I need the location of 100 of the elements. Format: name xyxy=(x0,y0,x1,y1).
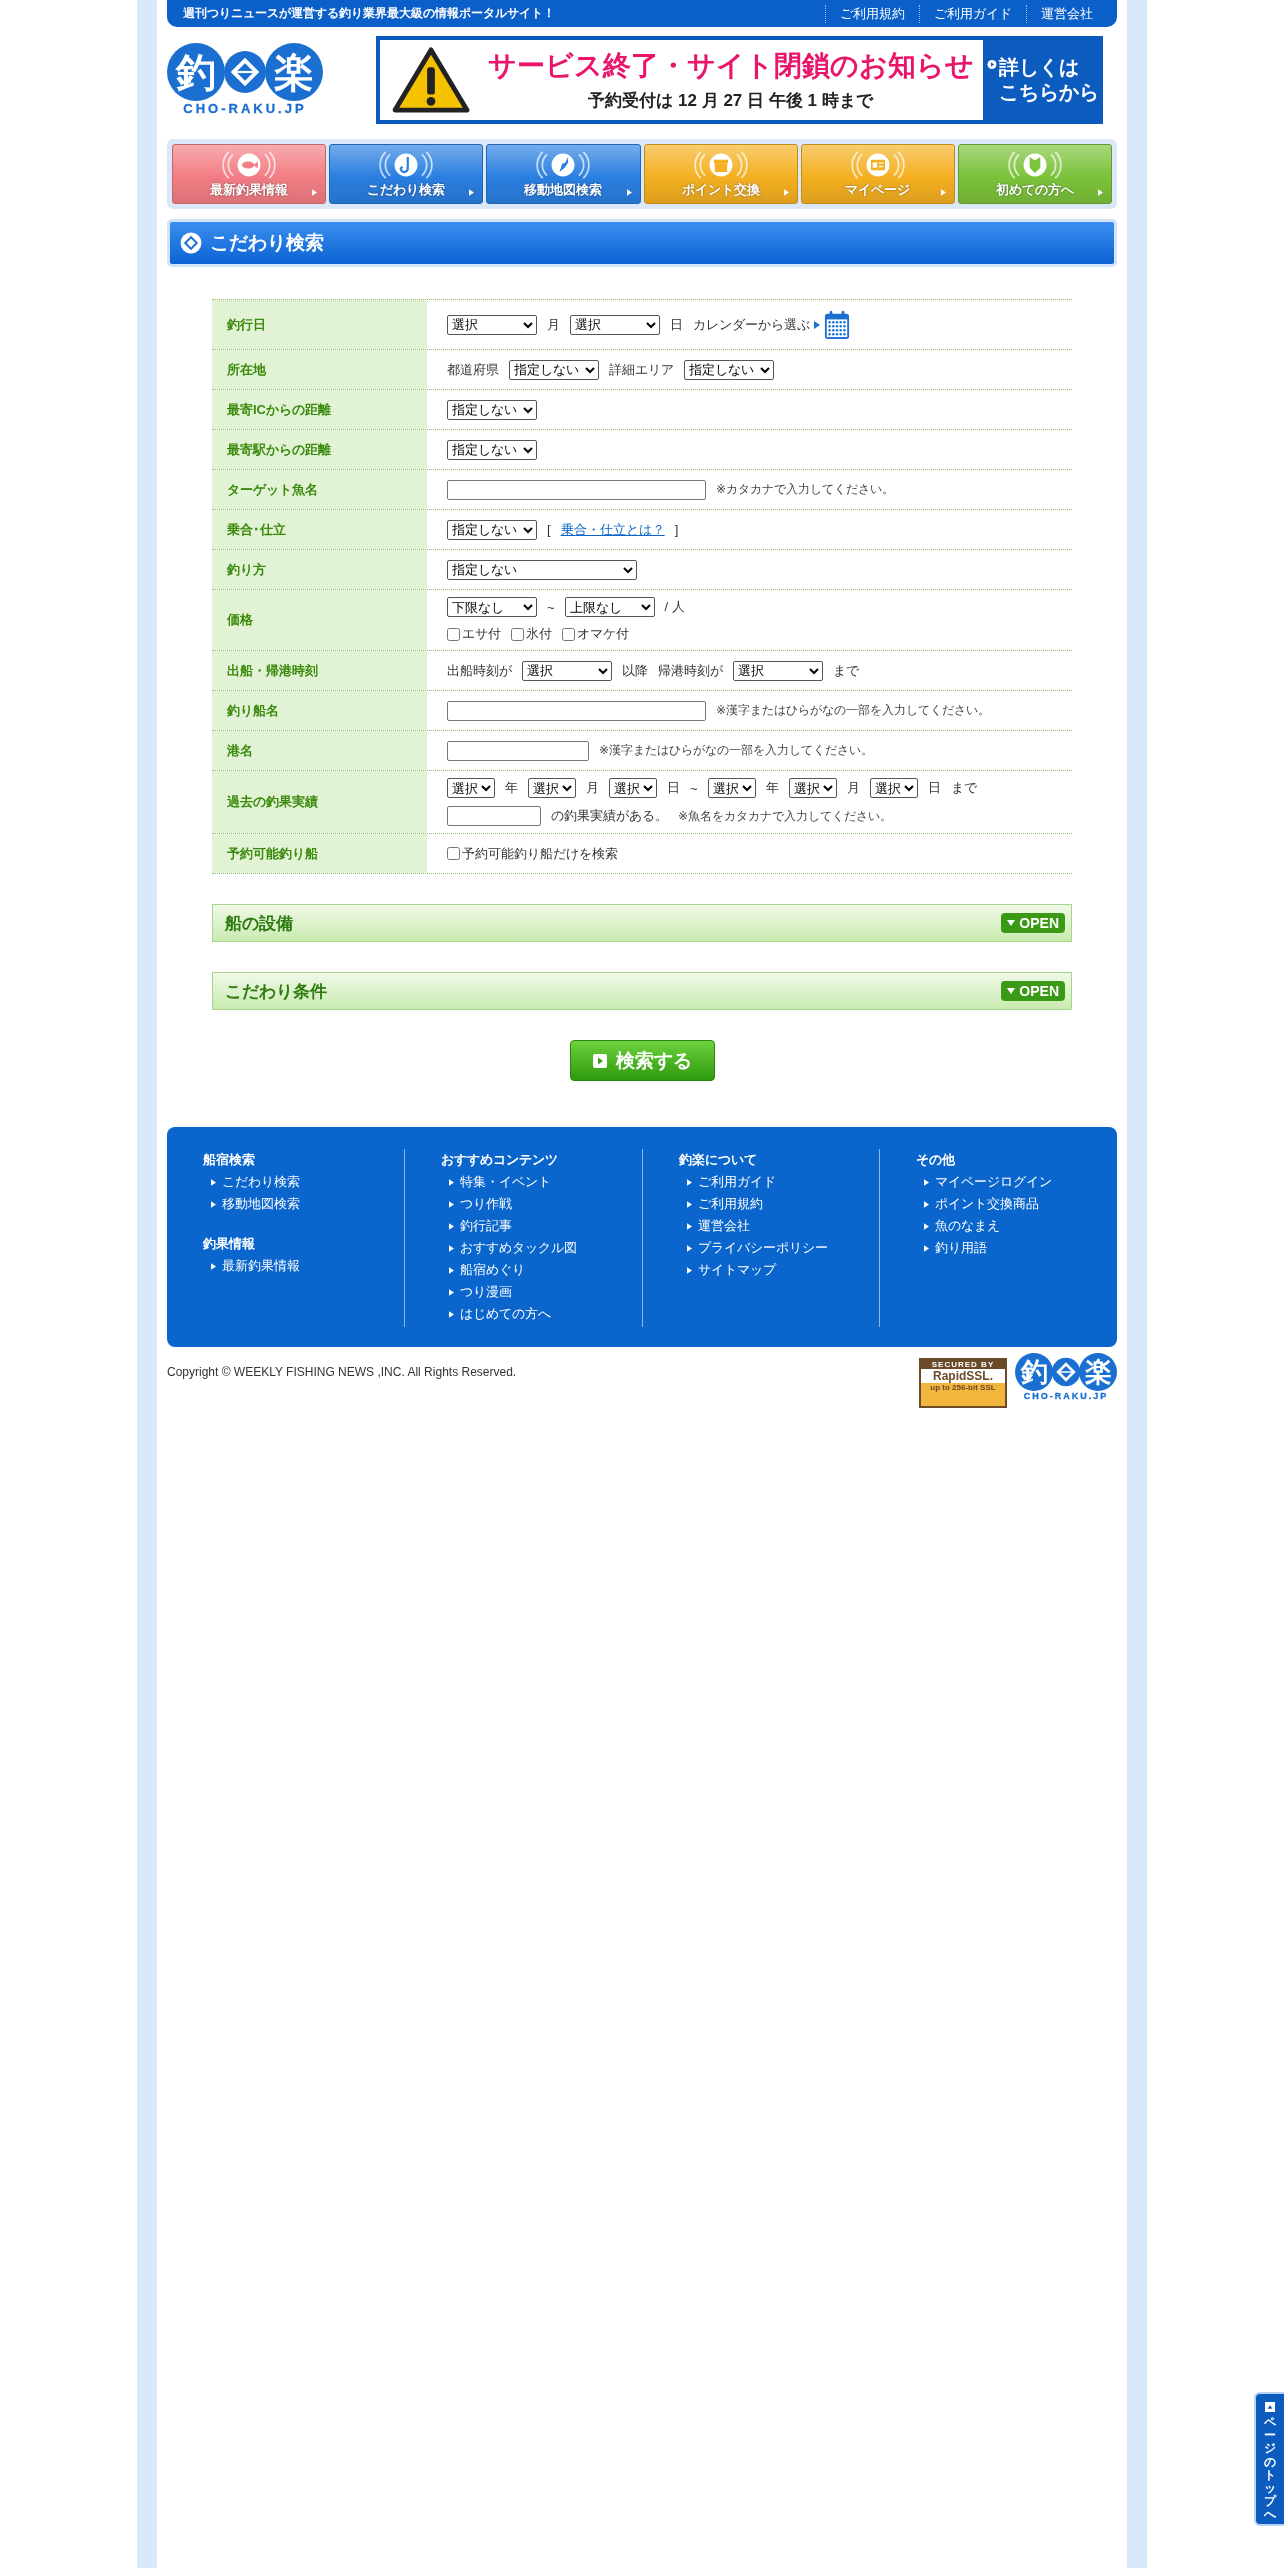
notice-banner[interactable]: サービス終了・サイト閉鎖のお知らせ 予約受付は 12 月 27 日 午後 1 時まで 詳しくは こちらから xyxy=(376,35,1103,124)
field-text: / 人 xyxy=(664,598,685,616)
field-text: 以降 xyxy=(622,661,648,680)
field-label: ターゲット魚名 xyxy=(212,470,427,509)
dropdown[interactable]: 選択 xyxy=(528,778,576,798)
checkbox[interactable] xyxy=(511,627,524,641)
nav-button[interactable]: 移動地図検索 xyxy=(486,144,641,204)
field-label: 港名 xyxy=(212,731,427,770)
dropdown[interactable]: 選択 xyxy=(522,660,612,681)
caret-icon xyxy=(1265,2402,1275,2412)
field-text: 都道府県 xyxy=(447,360,499,379)
footer-link[interactable]: 魚のなまえ xyxy=(916,1215,1117,1237)
field-text: ~ xyxy=(547,599,555,615)
checkbox[interactable] xyxy=(447,847,460,860)
footer-link[interactable]: ご利用ガイド xyxy=(678,1171,880,1193)
field-label: 乗合･仕立 xyxy=(212,510,427,549)
footer-link[interactable]: こだわり検索 xyxy=(203,1171,404,1193)
footer-link[interactable]: ポイント交換商品 xyxy=(916,1193,1117,1215)
arrow-icon xyxy=(940,189,946,196)
badge-text: up to 256-bit SSL xyxy=(930,1383,996,1392)
header-link[interactable]: ご利用規約 xyxy=(825,4,919,23)
input-field[interactable] xyxy=(447,700,706,721)
arrow-icon xyxy=(1098,189,1104,196)
arrow-icon xyxy=(924,1200,930,1208)
nav-button[interactable]: こだわり検索 xyxy=(329,144,484,204)
field-label: 釣行日 xyxy=(212,300,427,349)
dropdown[interactable]: 選択 xyxy=(447,778,495,798)
input-field[interactable] xyxy=(447,806,541,826)
open-button[interactable]: OPEN xyxy=(1001,981,1065,1001)
help-link[interactable]: 乗合・仕立とは？ xyxy=(560,520,665,539)
dropdown[interactable]: 選択 xyxy=(570,314,660,335)
footer-link[interactable]: つり漫画 xyxy=(440,1281,642,1303)
checkbox-label: 予約可能釣り船だけを検索 xyxy=(462,844,618,863)
dropdown[interactable]: 選択 xyxy=(733,660,823,681)
footer-heading: 船宿検索 xyxy=(203,1151,256,1169)
footer-link[interactable]: はじめての方へ xyxy=(440,1303,642,1325)
dropdown[interactable]: 指定しない xyxy=(447,399,537,420)
dropdown[interactable]: 上限なし xyxy=(564,597,655,617)
footer-heading: その他 xyxy=(916,1151,957,1169)
checkbox[interactable] xyxy=(562,627,575,641)
panel-title: 船の設備 xyxy=(225,912,293,935)
footer-link[interactable]: マイページログイン xyxy=(916,1171,1117,1193)
banner-subtitle: 予約受付は 12 月 27 日 午後 1 時まで xyxy=(588,90,873,112)
field-label: 出船・帰港時刻 xyxy=(212,651,427,690)
checkbox[interactable] xyxy=(447,627,460,641)
footer-link[interactable]: プライバシーポリシー xyxy=(678,1237,880,1259)
dropdown[interactable]: 選択 xyxy=(447,314,537,335)
dropdown[interactable]: 選択 xyxy=(707,778,756,798)
dropdown[interactable]: 指定しない xyxy=(447,519,537,540)
footer-link[interactable]: 移動地図検索 xyxy=(203,1193,404,1215)
footer-link[interactable]: 釣行記事 xyxy=(440,1215,642,1237)
field-label: 所在地 xyxy=(212,350,427,389)
arrow-icon xyxy=(814,320,820,329)
footer-link[interactable]: つり作戦 xyxy=(440,1193,642,1215)
nav-button[interactable]: 最新釣果情報 xyxy=(172,144,327,204)
dropdown[interactable]: 指定しない xyxy=(684,359,774,380)
input-field[interactable] xyxy=(447,740,589,761)
diamond-icon xyxy=(180,232,202,254)
dropdown[interactable]: 下限なし xyxy=(447,597,537,617)
checkbox-label: オマケ付 xyxy=(577,625,629,643)
arrow-icon xyxy=(448,1244,454,1252)
header-link[interactable]: 運営会社 xyxy=(1026,4,1107,23)
footer-link[interactable]: 最新釣果情報 xyxy=(203,1255,404,1277)
footer-link[interactable]: 釣り用語 xyxy=(916,1237,1117,1259)
footer-link[interactable]: おすすめタックル図 xyxy=(440,1237,642,1259)
dropdown[interactable]: 指定しない xyxy=(447,439,537,460)
field-text: まで xyxy=(833,661,859,680)
dropdown[interactable]: 指定しない xyxy=(447,559,637,580)
arrow-icon xyxy=(448,1266,454,1274)
dropdown[interactable]: 指定しない xyxy=(509,359,599,380)
footer-link[interactable]: サイトマップ xyxy=(678,1259,880,1281)
arrow-icon xyxy=(211,1178,216,1186)
copyright: Copyright © WEEKLY FISHING NEWS ,INC. All Rights Reserved. xyxy=(167,1365,518,1379)
page-top-button[interactable]: ページのトップへ xyxy=(1254,2392,1284,2526)
arrow-icon xyxy=(686,1200,692,1208)
caret-icon xyxy=(1007,920,1016,926)
field-text: 日 xyxy=(927,779,941,797)
card-icon xyxy=(850,149,905,180)
arrow-icon xyxy=(924,1178,930,1186)
logo-character: 楽 xyxy=(1079,1353,1117,1391)
banner-link-text: こちらから xyxy=(999,79,1099,105)
checkbox-label: エサ付 xyxy=(462,625,501,643)
arrow-icon xyxy=(686,1222,692,1230)
dropdown[interactable]: 選択 xyxy=(609,778,657,798)
gift-icon xyxy=(693,149,748,180)
header-link[interactable]: ご利用ガイド xyxy=(919,4,1026,23)
footer-link[interactable]: 船宿めぐり xyxy=(440,1259,642,1281)
open-button[interactable]: OPEN xyxy=(1001,913,1065,933)
dropdown[interactable]: 選択 xyxy=(869,778,918,798)
footer-link[interactable]: ご利用規約 xyxy=(678,1193,880,1215)
logo-subtitle: CHO-RAKU.JP xyxy=(183,101,307,116)
hint-text: ※魚名をカタカナで入力してください。 xyxy=(678,807,893,825)
arrow-icon xyxy=(211,1262,216,1270)
footer-link[interactable]: 特集・イベント xyxy=(440,1171,642,1193)
input-field[interactable] xyxy=(447,479,706,500)
footer-link[interactable]: 運営会社 xyxy=(678,1215,880,1237)
calendar-icon[interactable] xyxy=(824,309,850,340)
field-text: まで xyxy=(950,779,977,797)
dropdown[interactable]: 選択 xyxy=(788,778,837,798)
field-text: 年 xyxy=(765,779,779,797)
